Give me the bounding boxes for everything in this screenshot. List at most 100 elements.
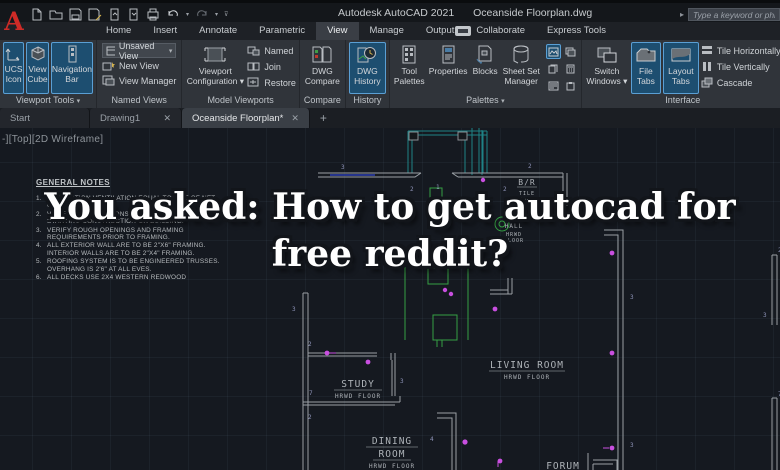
ribbon: UCS Icon View Cube Navigation Bar Viewpo… — [0, 40, 780, 108]
ribbon-tab-collaborate[interactable]: Collaborate — [465, 22, 536, 40]
tile-vertically-button[interactable]: Tile Vertically — [701, 59, 780, 74]
ribbon-tab-annotate[interactable]: Annotate — [188, 22, 248, 40]
navigation-bar-button[interactable]: Navigation Bar — [50, 42, 93, 94]
ribbon-tab-insert[interactable]: Insert — [142, 22, 188, 40]
view-cube-button[interactable]: View Cube — [26, 42, 49, 94]
panel-caret-icon: ▾ — [76, 98, 81, 105]
join-viewports-button[interactable]: Join — [247, 59, 296, 74]
ucs-axes-icon — [5, 48, 20, 61]
plot-icon[interactable] — [146, 8, 160, 21]
combo-caret-icon: ▾ — [168, 47, 173, 55]
redo-dropdown-icon[interactable]: ▾ — [215, 9, 218, 21]
autocad-logo-icon[interactable]: A — [2, 6, 26, 38]
help-search-input[interactable] — [688, 8, 780, 21]
view-manager-button[interactable]: View Manager — [102, 73, 176, 88]
close-icon[interactable]: ✕ — [163, 113, 171, 124]
view-combo-icon — [106, 46, 115, 55]
panel-label-model-viewports: Model Viewports — [207, 95, 274, 105]
undo-icon[interactable] — [166, 8, 180, 21]
switch-windows-button[interactable]: Switch Windows ▾ — [585, 42, 629, 94]
panel-viewport-tools: UCS Icon View Cube Navigation Bar Viewpo… — [0, 40, 97, 108]
panel-label-history: History — [353, 95, 382, 105]
tile-horizontally-button[interactable]: Tile Horizontally — [701, 43, 780, 58]
qat-customize-icon[interactable]: ⊽ — [224, 9, 228, 21]
dropdown-caret-icon: ▾ — [623, 75, 628, 86]
view-cube-icon — [31, 46, 45, 61]
save-to-mobile-icon[interactable] — [127, 8, 140, 21]
open-folder-icon[interactable] — [49, 8, 63, 21]
undo-dropdown-icon[interactable]: ▾ — [186, 9, 189, 21]
new-view-icon — [102, 62, 115, 71]
room-floor-label: HRWD FLOOR — [335, 393, 381, 400]
sheets-palette-button[interactable] — [546, 61, 561, 76]
new-view-button[interactable]: New View — [102, 58, 176, 73]
blocks-button[interactable]: Blocks — [471, 42, 500, 94]
ucs-icon-button[interactable]: UCS Icon — [3, 42, 25, 94]
document-title: Oceanside Floorplan.dwg — [473, 7, 593, 19]
app-title: Autodesk AutoCAD 2021 — [338, 7, 455, 19]
new-tab-icon[interactable]: + — [310, 108, 337, 128]
ribbon-tab-manage[interactable]: Manage — [359, 22, 415, 40]
save-as-icon[interactable] — [88, 8, 102, 21]
wall-tag: 2 — [308, 341, 312, 348]
ribbon-tab-express-tools[interactable]: Express Tools — [536, 22, 617, 40]
named-viewports-icon — [247, 46, 260, 56]
blocks-icon — [476, 45, 492, 64]
file-tabs-button[interactable]: File Tabs — [630, 42, 661, 94]
file-tab-drawing1[interactable]: Drawing1 ✕ — [90, 108, 182, 128]
ribbon-tab-home[interactable]: Home — [95, 22, 142, 40]
properties-button[interactable]: Properties — [428, 42, 469, 94]
panel-label-palettes[interactable]: Palettes ▾ — [390, 94, 581, 108]
ribbon-tab-parametric[interactable]: Parametric — [248, 22, 316, 40]
save-icon[interactable] — [69, 8, 82, 21]
markup-palette-icon — [548, 81, 559, 90]
panel-compare: DWG Compare Compare — [300, 40, 346, 108]
calculator-palette-icon — [566, 64, 575, 73]
dwg-history-button[interactable]: DWG History — [348, 42, 386, 94]
panel-model-viewports: Viewport Configuration ▾ Named Join Rest… — [182, 40, 300, 108]
file-tab-start[interactable]: Start — [0, 108, 90, 128]
wall-tag: 7 — [309, 390, 313, 397]
tile-vertical-icon — [702, 62, 711, 71]
restore-viewports-button[interactable]: Restore — [247, 75, 296, 90]
dwg-history-icon — [357, 47, 377, 63]
room-label-dining: DINING — [372, 436, 412, 447]
room-label-forum: FORUM — [546, 461, 580, 470]
drawing-canvas[interactable]: 3 2 1 2 2 3 2 7 2 3 4 3 3 3 2 7 B/R TILE… — [0, 128, 780, 470]
quick-access-toolbar: ▾ ▾ ⊽ — [30, 8, 228, 21]
layers-palette-button[interactable] — [563, 44, 578, 59]
viewport-controls[interactable]: -][Top][2D Wireframe] — [2, 134, 103, 145]
cascade-button[interactable]: Cascade — [701, 75, 780, 90]
room-label-dining-room: ROOM — [379, 449, 406, 460]
new-file-icon[interactable] — [30, 8, 43, 21]
panel-label-viewport-tools[interactable]: Viewport Tools ▾ — [0, 94, 96, 108]
wall-tag: 3 — [630, 294, 634, 301]
redo-icon[interactable] — [195, 8, 209, 21]
markup-palette-button[interactable] — [546, 78, 561, 93]
dwg-compare-button[interactable]: DWG Compare — [303, 42, 342, 94]
calculator-palette-button[interactable] — [563, 61, 578, 76]
named-viewports-button[interactable]: Named — [247, 43, 296, 58]
room-floor-label: HRWD FLOOR — [504, 374, 550, 381]
close-icon[interactable]: ✕ — [291, 113, 299, 124]
layout-tabs-icon — [671, 48, 691, 62]
visualize-palette-button[interactable] — [545, 44, 561, 59]
tool-palettes-button[interactable]: Tool Palettes — [393, 42, 426, 94]
ribbon-tab-view[interactable]: View — [316, 22, 359, 40]
clipboard-palette-button[interactable] — [563, 78, 578, 93]
overlay-title-line2: free reddit? — [271, 233, 509, 275]
view-combo[interactable]: Unsaved View ▾ — [102, 41, 177, 61]
search-expand-icon[interactable]: ▸ — [680, 10, 684, 19]
view-manager-icon — [102, 75, 115, 86]
ribbon-tab-bar: Home Insert Annotate Parametric View Man… — [0, 22, 780, 40]
panel-history: DWG History History — [346, 40, 390, 108]
sheet-set-manager-button[interactable]: Sheet Set Manager — [502, 42, 541, 94]
overlay-title-line1: You asked: How to get autocad for — [44, 186, 736, 228]
layout-tabs-button[interactable]: Layout Tabs — [662, 42, 699, 94]
tile-horizontal-icon — [701, 46, 712, 54]
file-tab-oceanside-floorplan[interactable]: Oceanside Floorplan* ✕ — [182, 108, 310, 128]
open-from-mobile-icon[interactable] — [108, 8, 121, 21]
join-viewports-icon — [247, 62, 260, 71]
ribbon-options-button[interactable] — [455, 26, 471, 36]
viewport-configuration-button[interactable]: Viewport Configuration ▾ — [185, 42, 245, 94]
